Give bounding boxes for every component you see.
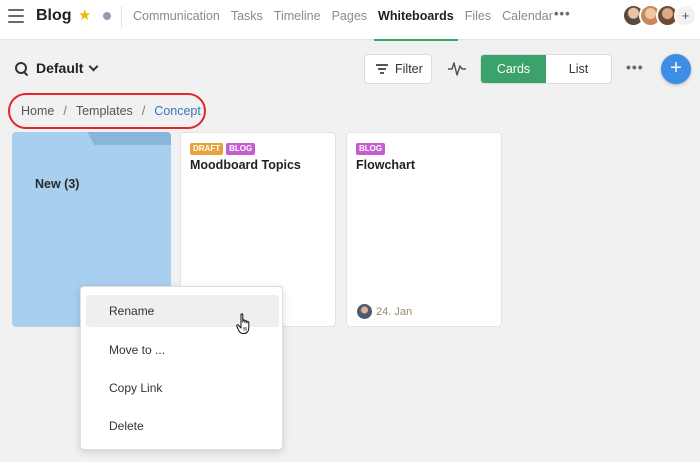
card-title: Moodboard Topics — [190, 158, 301, 172]
list-view-button[interactable]: List — [546, 55, 611, 83]
hamburger-menu-icon[interactable] — [8, 9, 24, 23]
tab-timeline[interactable]: Timeline — [274, 0, 332, 40]
activity-icon[interactable] — [448, 61, 466, 77]
card-title: Flowchart — [356, 158, 416, 172]
tab-communication[interactable]: Communication — [133, 0, 231, 40]
tab-files[interactable]: Files — [465, 0, 502, 40]
status-dot-icon — [103, 12, 111, 20]
card-date: 24. Jan — [376, 305, 413, 318]
breadcrumb-templates[interactable]: Templates — [76, 104, 133, 118]
filter-label: Filter — [395, 62, 423, 76]
menu-item-copy-link[interactable]: Copy Link — [86, 372, 279, 404]
card-meta: 24. Jan — [357, 304, 412, 319]
tab-whiteboards[interactable]: Whiteboards — [374, 0, 465, 41]
add-button[interactable]: + — [661, 54, 691, 84]
member-avatars: + — [622, 4, 700, 28]
chevron-down-icon — [89, 61, 99, 71]
breadcrumb-concept[interactable]: Concept — [154, 104, 201, 118]
menu-item-move-to[interactable]: Move to ... — [86, 334, 279, 366]
top-bar: Blog ★ Communication Tasks Timeline Page… — [0, 0, 700, 41]
filter-button[interactable]: Filter — [364, 54, 432, 84]
hand-cursor-icon — [236, 313, 250, 334]
divider — [121, 6, 122, 28]
view-selector[interactable]: Default — [14, 60, 99, 76]
search-icon[interactable] — [14, 61, 28, 75]
tag-list: DRAFT BLOG — [190, 143, 256, 155]
blog-tag: BLOG — [226, 143, 256, 155]
whiteboard-card[interactable]: BLOG Flowchart 24. Jan — [346, 132, 502, 327]
more-tabs-icon[interactable]: ••• — [554, 6, 571, 21]
breadcrumb: Home / Templates / Concept — [8, 93, 206, 129]
breadcrumb-home[interactable]: Home — [21, 104, 54, 118]
menu-item-delete[interactable]: Delete — [86, 410, 279, 442]
tag-list: BLOG — [356, 143, 386, 155]
avatar — [357, 304, 372, 319]
main-nav: Communication Tasks Timeline Pages White… — [133, 0, 564, 41]
more-options-icon[interactable]: ••• — [626, 59, 644, 75]
breadcrumb-separator: / — [63, 104, 67, 118]
draft-tag: DRAFT — [190, 143, 224, 155]
folder-tab — [87, 132, 171, 145]
star-icon[interactable]: ★ — [78, 7, 91, 25]
tab-pages[interactable]: Pages — [332, 0, 378, 40]
filter-icon — [376, 64, 388, 74]
blog-tag: BLOG — [356, 143, 386, 155]
folder-label: New (3) — [35, 177, 80, 191]
tab-tasks[interactable]: Tasks — [231, 0, 274, 40]
breadcrumb-separator: / — [141, 104, 146, 118]
app-title[interactable]: Blog — [36, 7, 72, 25]
view-label: Default — [36, 60, 84, 76]
context-menu: Rename Move to ... Copy Link Delete — [80, 286, 283, 450]
add-member-button[interactable]: + — [674, 4, 697, 27]
cards-view-button[interactable]: Cards — [481, 55, 546, 83]
view-mode-toggle: Cards List — [480, 54, 612, 84]
